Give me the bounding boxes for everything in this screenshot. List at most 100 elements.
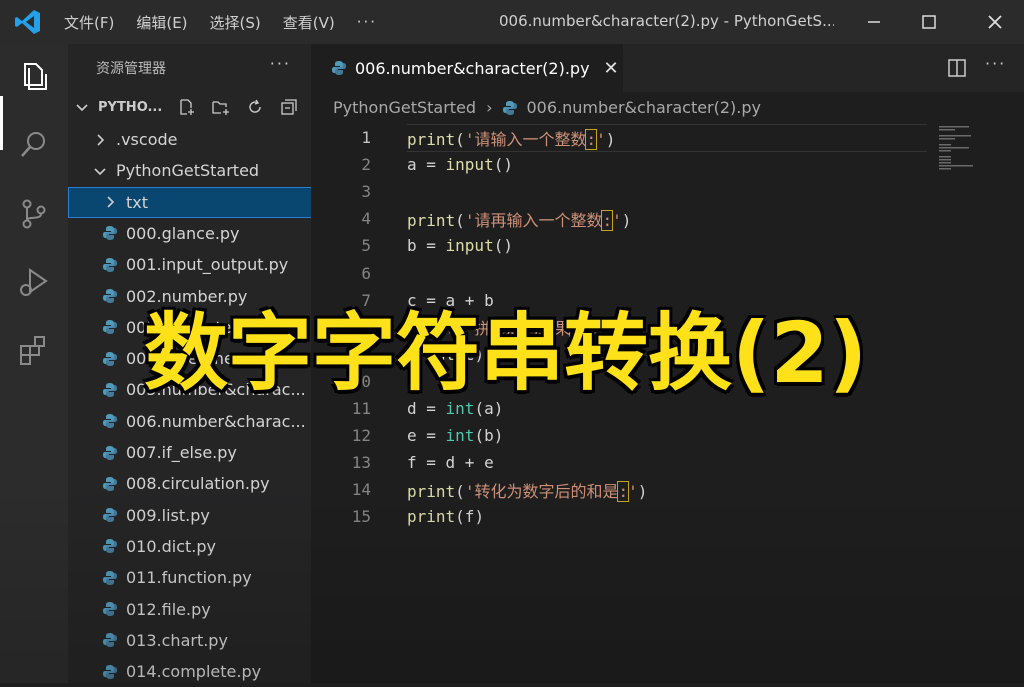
menu-more-button[interactable]: ··· (357, 13, 377, 31)
line-number: 15 (351, 507, 371, 527)
search-icon[interactable] (16, 126, 52, 162)
item-label: 013.chart.py (126, 630, 228, 650)
code-line[interactable]: 2 a = input() (311, 151, 1024, 178)
line-number: 2 (361, 155, 371, 175)
python-file-icon (103, 257, 117, 272)
python-file-icon (103, 508, 117, 523)
code-token: ) (605, 129, 616, 149)
code-token: ) (637, 481, 648, 501)
code-content: print('转化为数字后的和是:') (407, 478, 647, 502)
code-token: '请输入一个整数 (464, 129, 587, 149)
breadcrumb-file[interactable]: 006.number&character(2).py (526, 98, 761, 117)
python-file-icon (103, 664, 117, 679)
python-file-icon (103, 539, 117, 554)
item-label: 000.glance.py (126, 223, 240, 243)
code-token: e = (407, 426, 446, 446)
run-debug-icon[interactable] (16, 264, 52, 300)
file-item[interactable]: 010.dict.py (68, 531, 345, 562)
code-line[interactable]: 13 f = d + e (311, 449, 1024, 476)
file-item[interactable]: 014.complete.py (68, 656, 345, 687)
code-token: ( (455, 210, 465, 230)
split-editor-icon[interactable] (947, 58, 967, 78)
new-file-icon[interactable] (178, 98, 196, 116)
explorer-title: 资源管理器 (96, 61, 166, 77)
folder-item[interactable]: .vscode (68, 124, 335, 155)
tab-bar: 006.number&character(2).py ✕ ··· (311, 44, 1024, 92)
source-control-icon[interactable] (16, 196, 52, 232)
file-item[interactable]: 009.list.py (68, 500, 345, 531)
item-label: 010.dict.py (126, 536, 217, 556)
code-content: print('请输入一个整数:') (407, 126, 615, 150)
code-content: e = int(b) (407, 426, 503, 445)
python-file-icon (332, 61, 346, 75)
file-item[interactable]: 011.function.py (68, 562, 345, 593)
collapse-all-icon[interactable] (280, 98, 298, 116)
breadcrumb-folder[interactable]: PythonGetStarted (333, 98, 476, 117)
python-file-icon (103, 570, 117, 585)
file-item[interactable]: 008.circulation.py (68, 468, 345, 499)
file-item[interactable]: 000.glance.py (68, 218, 345, 249)
menu-selection[interactable]: 选择(S) (210, 12, 261, 33)
explorer-icon[interactable] (16, 58, 52, 94)
item-label: 001.input_output.py (126, 255, 289, 275)
new-folder-icon[interactable] (212, 98, 230, 116)
code-token: ) (621, 210, 632, 230)
activity-bar (0, 44, 68, 683)
tab-close-icon[interactable]: ✕ (604, 58, 619, 79)
code-line[interactable]: 3 (311, 178, 1024, 205)
line-number: 4 (361, 209, 371, 229)
code-token: (f) (455, 507, 485, 527)
chevron-right-icon (97, 133, 105, 146)
code-token: print (407, 481, 456, 501)
python-file-icon (103, 351, 117, 366)
breadcrumb-chevron-icon: › (486, 98, 493, 117)
close-window-icon[interactable] (981, 8, 1009, 36)
active-indicator (0, 96, 3, 150)
code-token: b = (407, 236, 446, 256)
breadcrumb: PythonGetStarted › 006.number&character(… (333, 98, 761, 117)
menu-view[interactable]: 查看(V) (283, 12, 335, 33)
file-item[interactable]: 001.input_output.py (68, 249, 345, 280)
editor-tab[interactable]: 006.number&character(2).py ✕ (311, 44, 623, 92)
editor-more-button[interactable]: ··· (985, 54, 1006, 73)
file-item[interactable]: 007.if_else.py (68, 437, 345, 468)
code-token: ( (455, 481, 465, 501)
line-number: 13 (351, 453, 371, 473)
code-token: ( (455, 129, 465, 149)
folder-item[interactable]: PythonGetStarted (68, 155, 335, 186)
code-line[interactable]: 12 e = int(b) (311, 422, 1024, 449)
item-label: txt (126, 192, 149, 212)
title-bar: 文件(F) 编辑(E) 选择(S) 查看(V) ··· 006.number&c… (0, 0, 1024, 44)
file-item[interactable]: 006.number&charac... (68, 406, 345, 437)
file-item[interactable]: 013.chart.py (68, 625, 345, 656)
code-line[interactable]: 1 print('请输入一个整数:') (311, 124, 1024, 152)
code-token: '请再输入一个整数 (464, 210, 603, 230)
code-line[interactable]: 5 b = input() (311, 232, 1024, 259)
menu-file[interactable]: 文件(F) (64, 12, 114, 33)
code-line[interactable]: 6 (311, 260, 1024, 287)
explorer-more-button[interactable]: ··· (270, 54, 291, 73)
extensions-icon[interactable] (16, 332, 52, 368)
item-label: .vscode (116, 130, 178, 149)
minimize-icon[interactable] (860, 8, 888, 36)
python-file-icon (103, 602, 117, 616)
menu-edit[interactable]: 编辑(E) (136, 12, 187, 33)
code-token: print (407, 129, 456, 149)
video-caption: 数字字符串转换(2) (144, 304, 868, 402)
code-token: '转化为数字后的和是 (464, 481, 619, 501)
code-line[interactable]: 14 print('转化为数字后的和是:') (311, 476, 1024, 503)
tab-label: 006.number&character(2).py (355, 58, 590, 78)
line-number: 1 (361, 128, 371, 147)
python-file-icon (103, 289, 117, 303)
folder-item[interactable]: txt (68, 186, 345, 218)
code-line[interactable]: 15 print(f) (311, 503, 1024, 530)
maximize-icon[interactable] (915, 8, 943, 36)
refresh-icon[interactable] (246, 98, 264, 116)
code-line[interactable]: 4 print('请再输入一个整数:') (311, 205, 1024, 232)
item-label: 014.complete.py (126, 662, 262, 682)
python-file-icon (103, 445, 117, 460)
project-header[interactable]: PYTHO... (68, 92, 311, 122)
code-token: print (407, 210, 456, 230)
file-item[interactable]: 012.file.py (68, 594, 345, 625)
minimap[interactable] (939, 124, 987, 174)
